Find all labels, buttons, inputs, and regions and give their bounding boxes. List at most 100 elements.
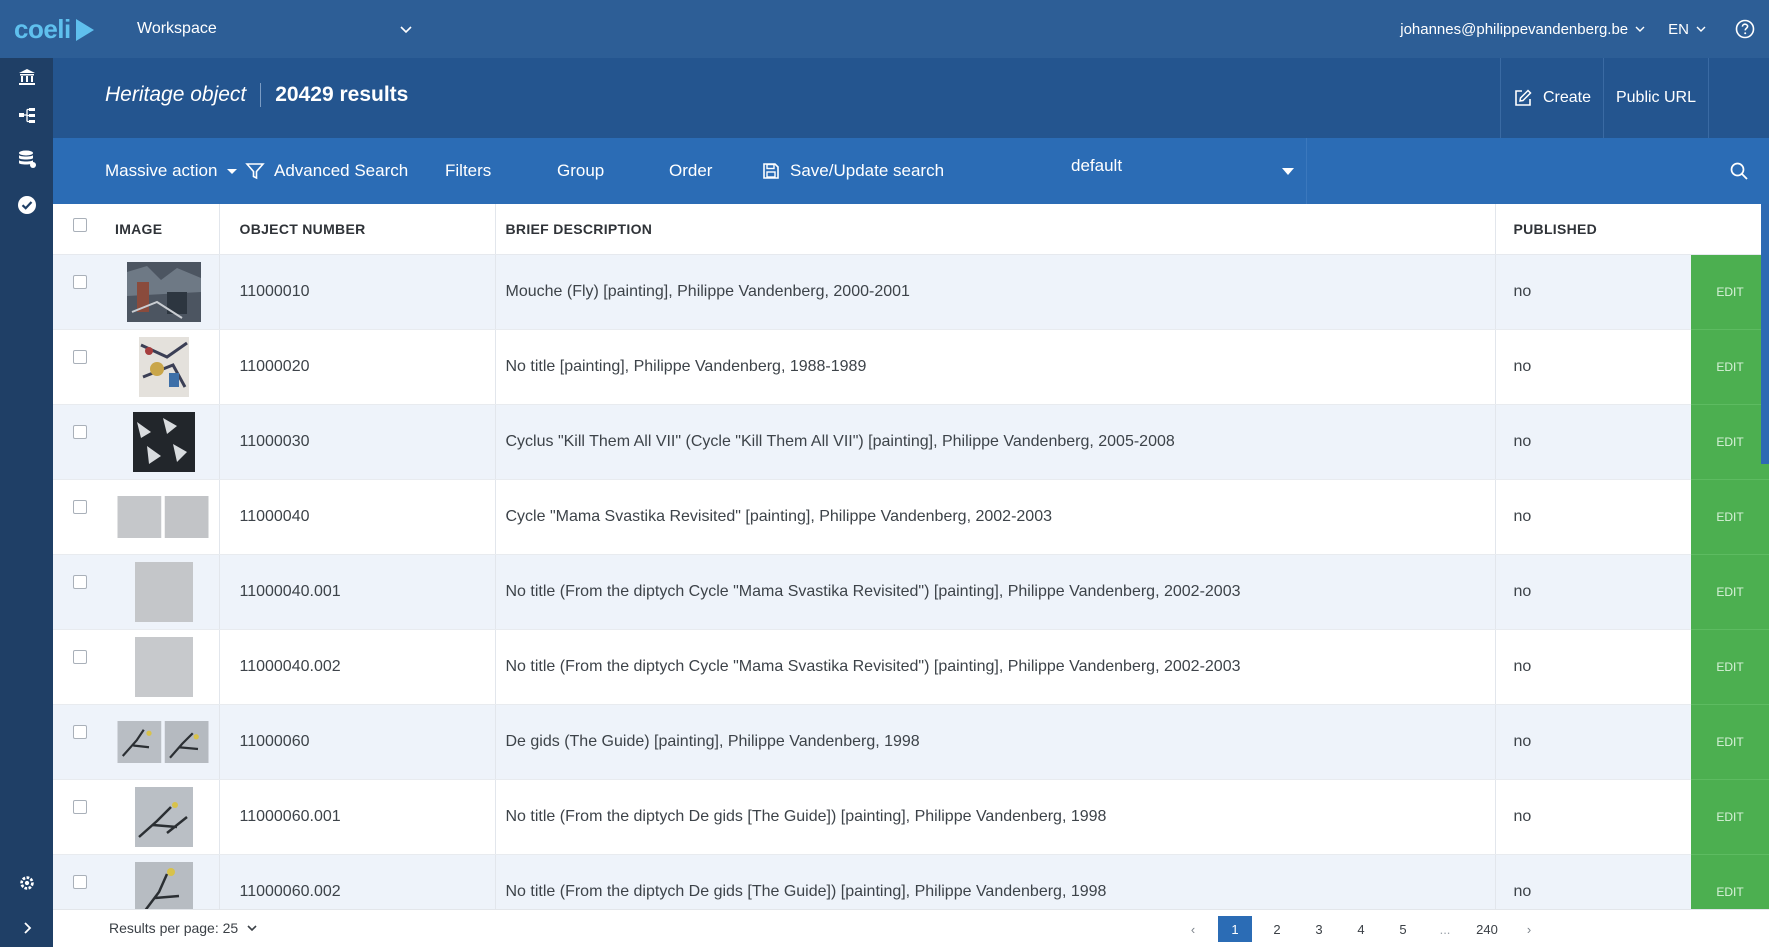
help-button[interactable] (1729, 19, 1755, 39)
previous-page-button[interactable]: ‹ (1176, 916, 1210, 942)
saved-search-select[interactable]: default (1061, 138, 1307, 204)
painting-thumbnail[interactable] (127, 636, 201, 697)
edit-button[interactable]: EDIT (1691, 854, 1769, 909)
painting-thumbnail[interactable] (127, 336, 201, 397)
sidebar-item-tasks[interactable] (14, 192, 40, 218)
column-image[interactable]: IMAGE (107, 204, 220, 255)
table-row[interactable]: 11000040 Cycle "Mama Svastika Revisited"… (53, 479, 1769, 555)
create-label: Create (1542, 89, 1591, 106)
page-2-button[interactable]: 2 (1260, 916, 1294, 942)
logo[interactable]: coeli (14, 14, 94, 45)
table-row[interactable]: 11000060.001 No title (From the diptych … (53, 779, 1769, 855)
massive-action-label: Massive action (105, 161, 218, 180)
image-cell (107, 779, 220, 855)
row-checkbox[interactable] (73, 799, 87, 814)
edit-button[interactable]: EDIT (1691, 254, 1769, 330)
table-row[interactable]: 11000030 Cyclus "Kill Them All VII" (Cyc… (53, 404, 1769, 480)
edit-button[interactable]: EDIT (1691, 779, 1769, 855)
edit-button[interactable]: EDIT (1691, 704, 1769, 780)
painting-thumbnail[interactable] (127, 411, 201, 472)
row-checkbox[interactable] (73, 274, 87, 289)
edit-button[interactable]: EDIT (1691, 479, 1769, 555)
museum-icon (19, 69, 35, 85)
painting-thumbnail[interactable] (127, 786, 201, 847)
create-button[interactable]: Create (1501, 58, 1603, 138)
sidebar-item-structure[interactable] (14, 102, 40, 128)
brief-description: No title (From the diptych De gids [The … (495, 779, 1496, 855)
edit-button[interactable]: EDIT (1691, 554, 1769, 630)
user-menu[interactable]: johannes@philippevandenberg.be (1400, 21, 1646, 38)
row-select-cell (53, 854, 107, 909)
row-select-cell (53, 779, 107, 855)
table-row[interactable]: 11000040.001 No title (From the diptych … (53, 554, 1769, 630)
image-cell (107, 329, 220, 405)
search-icon (1730, 162, 1748, 180)
top-bar: coeli Workspace johannes@philippevandenb… (0, 0, 1769, 58)
toolbar: Massive action Advanced Search Filters G… (53, 138, 1769, 204)
table-row[interactable]: 11000060 De gids (The Guide) [painting],… (53, 704, 1769, 780)
row-select-cell (53, 254, 107, 330)
row-checkbox[interactable] (73, 649, 87, 664)
image-cell (107, 854, 220, 910)
edit-button[interactable]: EDIT (1691, 404, 1769, 480)
published-status: no (1495, 254, 1691, 330)
page-5-button[interactable]: 5 (1386, 916, 1420, 942)
row-checkbox[interactable] (73, 424, 87, 439)
painting-thumbnail[interactable] (127, 561, 201, 622)
painting-thumbnail[interactable] (127, 861, 201, 910)
logo-mark-icon (75, 18, 94, 41)
sidebar-item-heritage[interactable] (14, 64, 40, 90)
brief-description: Cyclus "Kill Them All VII" (Cycle "Kill … (495, 404, 1496, 480)
row-checkbox[interactable] (73, 349, 87, 364)
scrollbar[interactable] (1761, 204, 1769, 464)
row-checkbox[interactable] (73, 574, 87, 589)
group-button[interactable]: Group (557, 138, 604, 204)
massive-action-button[interactable]: Massive action (105, 138, 238, 204)
object-number: 11000010 (219, 254, 496, 330)
sidebar-item-settings[interactable] (14, 870, 40, 896)
row-checkbox[interactable] (73, 499, 87, 514)
object-number: 11000030 (219, 404, 496, 480)
save-search-button[interactable]: Save/Update search (761, 138, 944, 204)
caret-down-icon (227, 168, 238, 174)
filters-button[interactable]: Filters (445, 138, 491, 204)
search-button[interactable] (1729, 138, 1749, 204)
edit-button[interactable]: EDIT (1691, 629, 1769, 705)
page-3-button[interactable]: 3 (1302, 916, 1336, 942)
table-row[interactable]: 11000040.002 No title (From the diptych … (53, 629, 1769, 705)
column-published[interactable]: PUBLISHED (1495, 204, 1691, 255)
advanced-search-button[interactable]: Advanced Search (245, 138, 408, 204)
row-checkbox[interactable] (73, 874, 87, 889)
public-url-button[interactable]: Public URL (1604, 58, 1708, 138)
page-240-button[interactable]: 240 (1470, 916, 1504, 942)
page-1-button[interactable]: 1 (1218, 916, 1252, 942)
order-button[interactable]: Order (669, 138, 712, 204)
language-menu[interactable]: EN (1668, 21, 1707, 38)
footer: Results per page: 25 ‹ 1 2 3 4 5 ... 240… (53, 909, 1769, 947)
row-checkbox[interactable] (73, 724, 87, 739)
table-row[interactable]: 11000020 No title [painting], Philippe V… (53, 329, 1769, 405)
painting-thumbnail[interactable] (111, 720, 215, 763)
app: coeli Workspace johannes@philippevandenb… (0, 0, 1769, 947)
sidebar-expand-button[interactable] (0, 909, 53, 947)
column-object-number[interactable]: OBJECT NUMBER (219, 204, 496, 255)
results-per-page-select[interactable]: Results per page: 25 (109, 920, 258, 936)
edit-button[interactable]: EDIT (1691, 329, 1769, 405)
published-status: no (1495, 779, 1691, 855)
painting-thumbnail[interactable] (126, 261, 201, 322)
sidebar-item-database[interactable] (14, 146, 40, 172)
object-type: Heritage object (105, 83, 247, 106)
user-email: johannes@philippevandenberg.be (1400, 20, 1629, 38)
table-row[interactable]: 11000010 Mouche (Fly) [painting], Philip… (53, 254, 1769, 330)
next-page-button[interactable]: › (1512, 916, 1546, 942)
workspace-label: Workspace (137, 20, 217, 37)
image-cell (107, 554, 220, 630)
table-row[interactable]: 11000060.002 No title (From the diptych … (53, 854, 1769, 909)
painting-thumbnail[interactable] (111, 495, 215, 538)
table: IMAGE OBJECT NUMBER BRIEF DESCRIPTION PU… (53, 204, 1769, 909)
select-all-checkbox[interactable] (73, 218, 87, 232)
published-status: no (1495, 629, 1691, 705)
workspace-selector[interactable]: Workspace (137, 0, 437, 58)
page-4-button[interactable]: 4 (1344, 916, 1378, 942)
column-brief-description[interactable]: BRIEF DESCRIPTION (495, 204, 1496, 255)
